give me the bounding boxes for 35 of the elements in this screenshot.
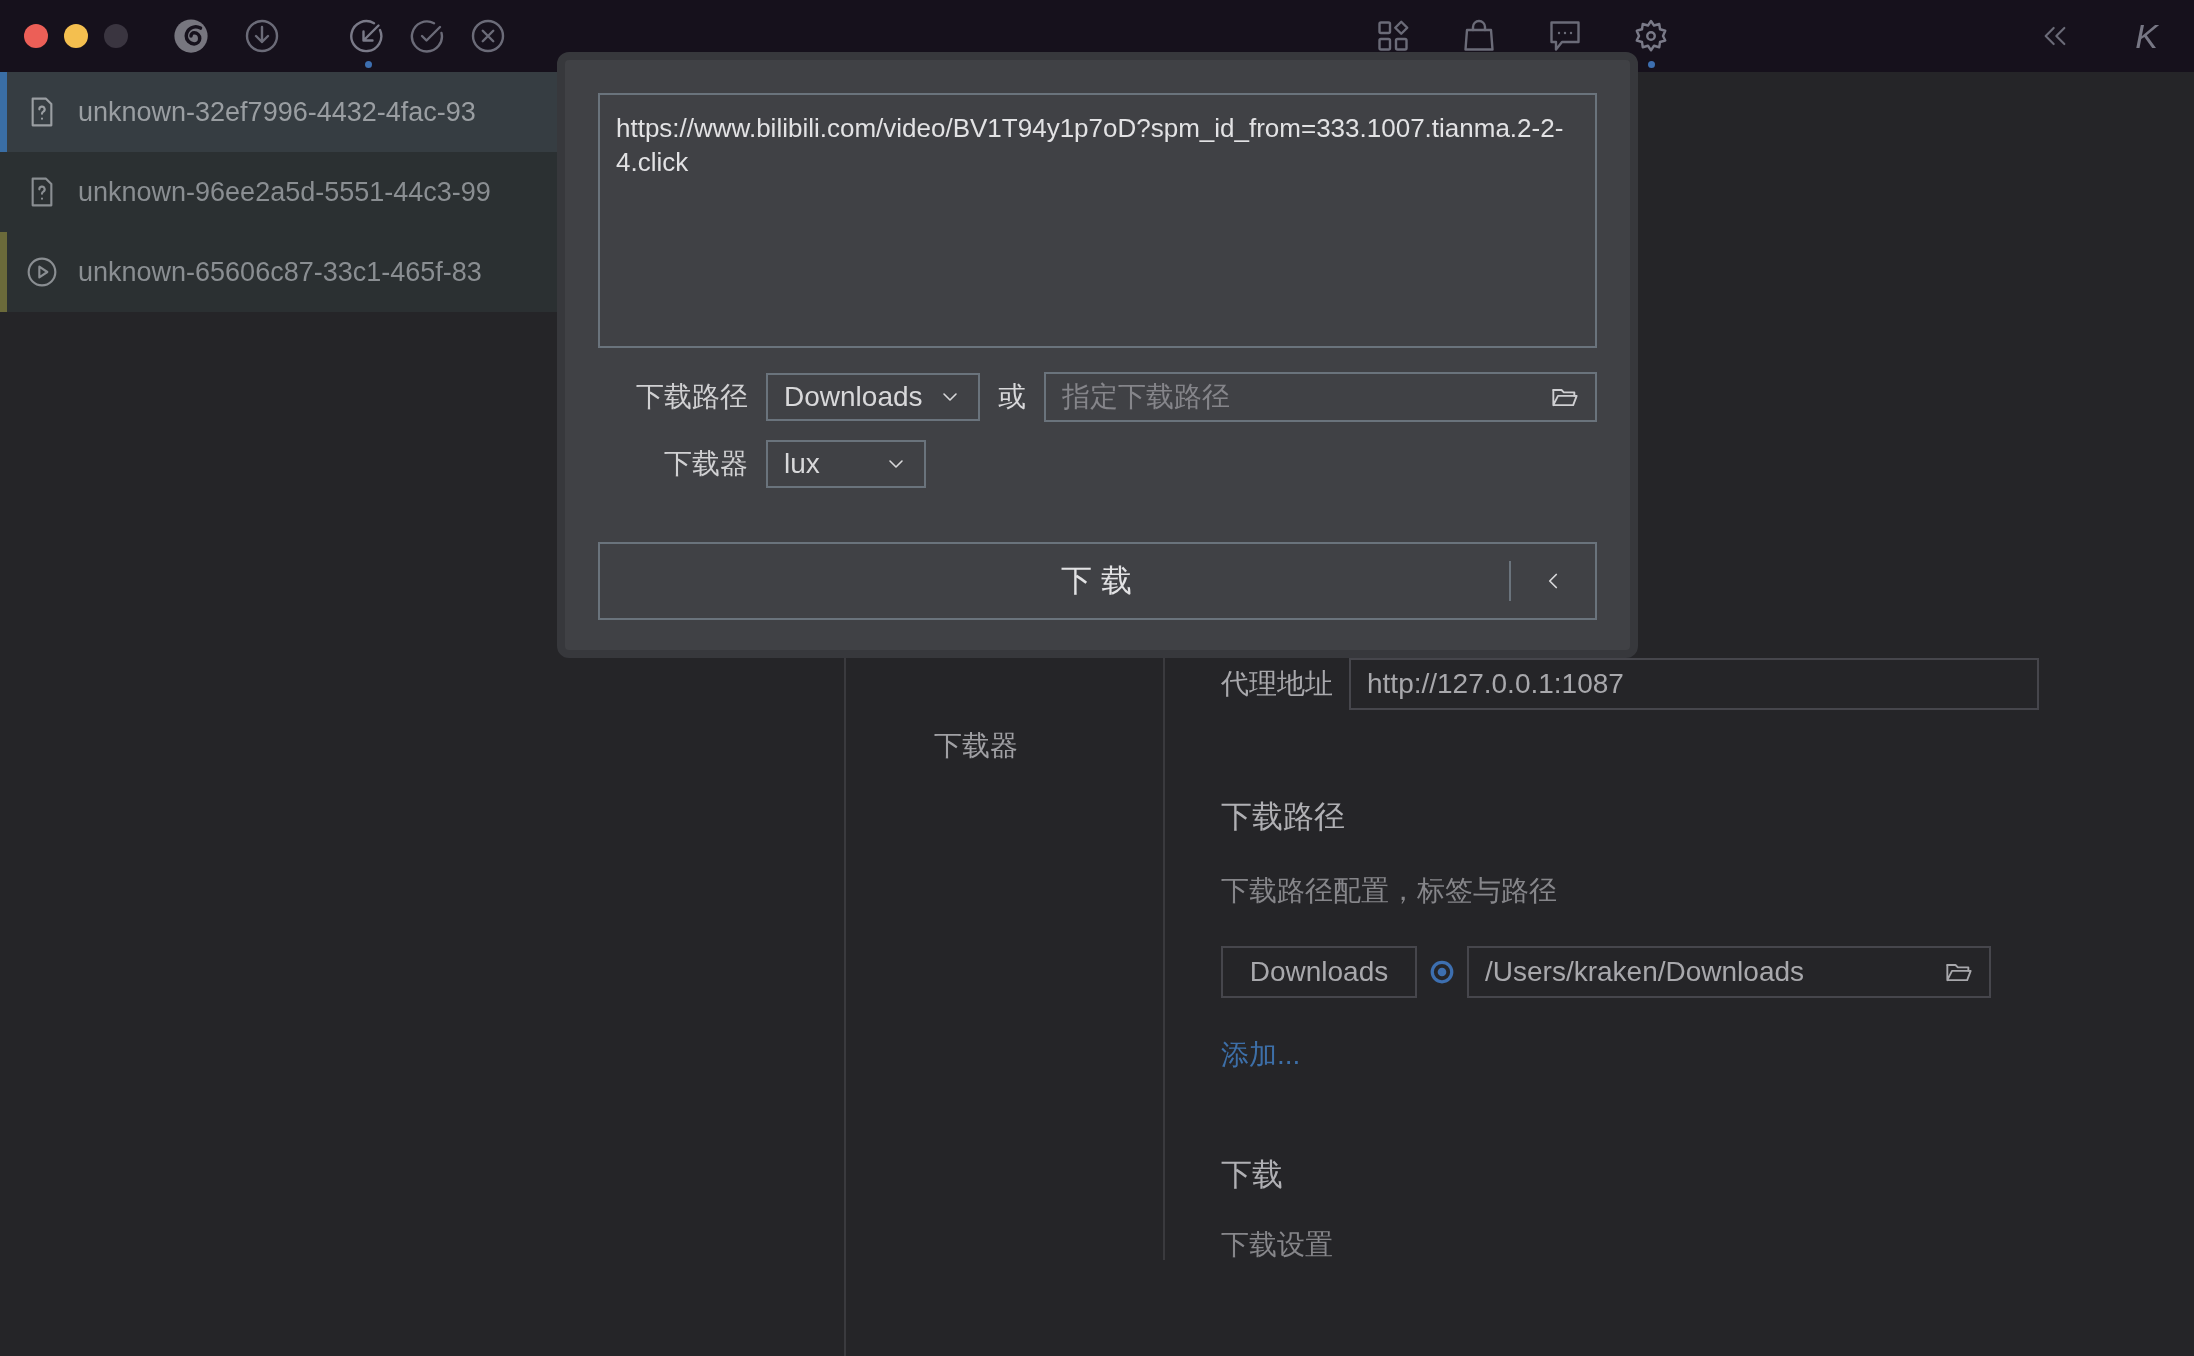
task-name: unknown-96ee2a5d-5551-44c3-99 [78,176,491,208]
field-label: 下载器 [663,447,748,481]
check-circle-icon[interactable] [410,18,446,54]
download-icon[interactable] [244,18,280,54]
arrow-circle-icon[interactable] [350,18,386,54]
placeholder: 指定下载路径 [1062,380,1230,414]
active-dot [364,61,372,68]
task-item[interactable]: unknown-32ef7996-4432-4fac-93 [0,72,557,152]
settings-nav-item[interactable]: 下载器 [934,727,1163,765]
close-button[interactable] [24,24,48,48]
radio-button[interactable] [1429,959,1455,985]
path-field[interactable]: /Users/kraken/Downloads [1467,946,1991,998]
active-dot [1647,61,1655,68]
downloader-dropdown[interactable]: lux [766,440,926,488]
task-name: unknown-65606c87-33c1-465f-83 [78,256,482,288]
or-label: 或 [998,380,1026,414]
section-title: 下载 [1221,1156,1284,1194]
section-description: 下载路径配置，标签与路径 [1221,874,1558,908]
minimize-button[interactable] [64,24,88,48]
task-item[interactable]: unknown-65606c87-33c1-465f-83 [0,232,557,312]
x-circle-icon[interactable] [470,18,506,54]
path-value: /Users/kraken/Downloads [1485,956,1805,988]
proxy-field[interactable]: http://127.0.0.1:1087 [1349,658,2039,710]
field-label: 代理地址 [1221,667,1333,701]
task-item[interactable]: unknown-96ee2a5d-5551-44c3-99 [0,152,557,232]
section-title: 下载路径 [1221,798,1346,836]
section-description: 下载设置 [1221,1228,1334,1262]
spiral-logo-icon [172,17,210,55]
label-field[interactable]: Downloads [1221,946,1417,998]
field-label: 下载路径 [635,380,748,414]
task-name: unknown-32ef7996-4432-4fac-93 [78,96,476,128]
profile-letter[interactable]: K [2135,16,2158,56]
url-input[interactable]: https://www.bilibili.com/video/BV1T94y1p7oD?spm_id_from=333.1007.tianma.2-2-4.click [598,93,1597,348]
play-circle-icon [26,256,58,288]
path-dropdown[interactable]: Downloads [766,373,980,421]
